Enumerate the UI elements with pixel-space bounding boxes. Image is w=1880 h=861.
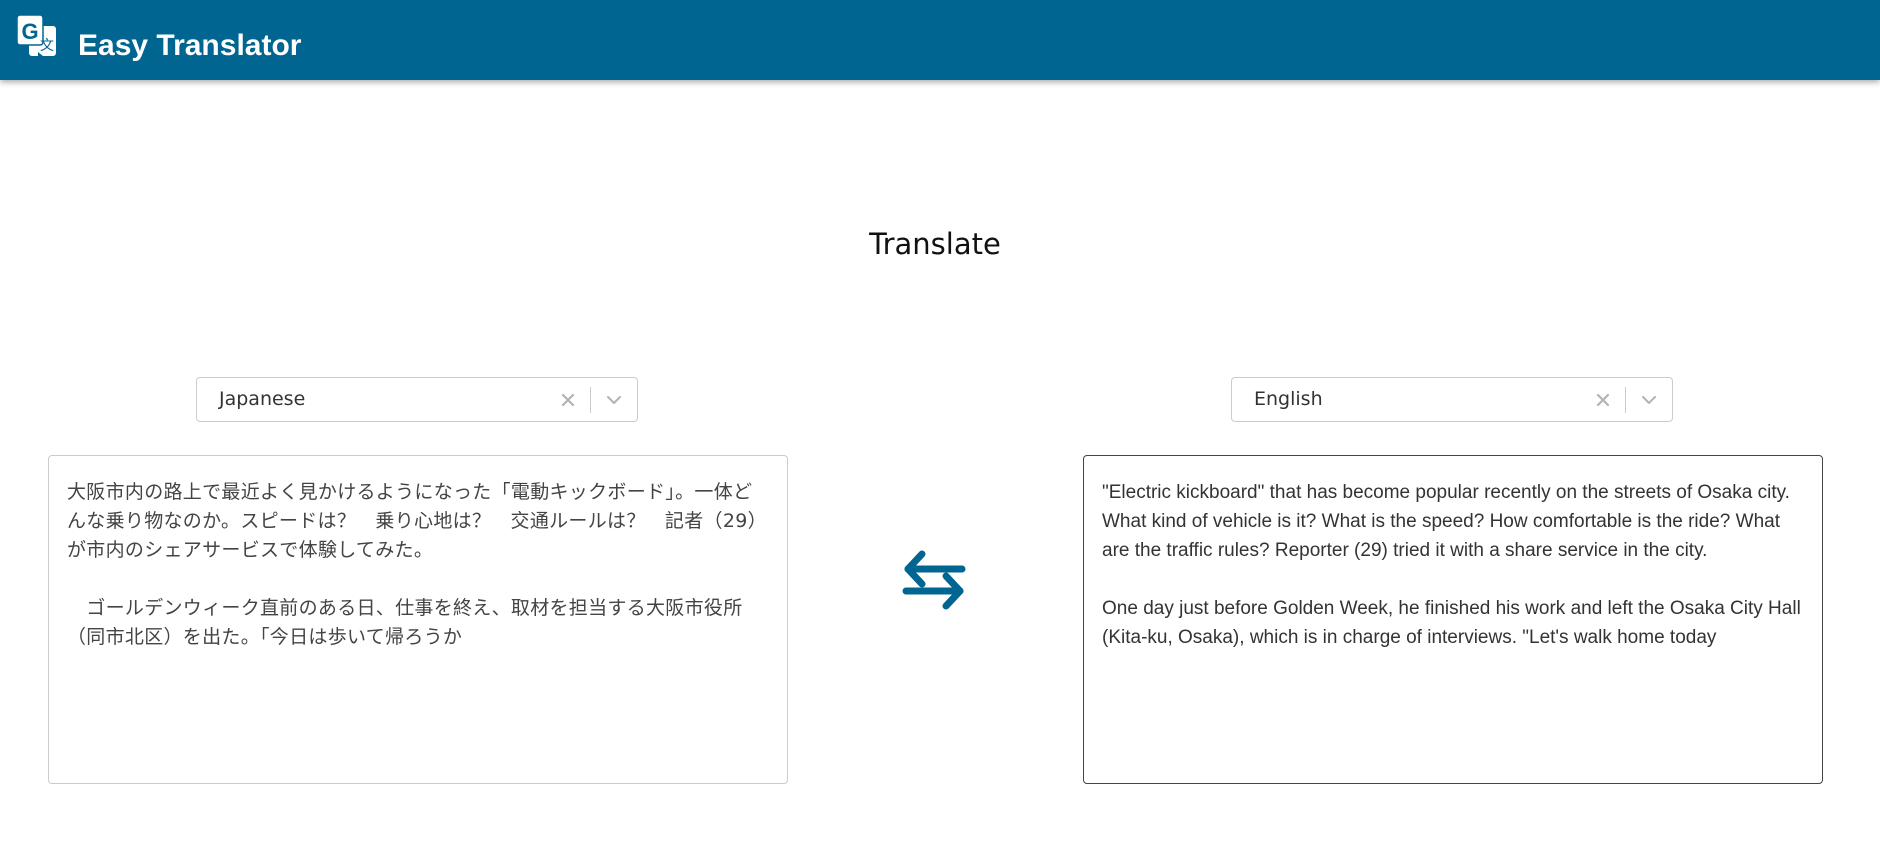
swap-arrows-icon[interactable] [898, 544, 970, 616]
page-title: Translate [869, 227, 1001, 261]
select-divider [590, 387, 591, 413]
chevron-down-icon[interactable] [1638, 389, 1660, 411]
translate-icon: G 文 [16, 14, 56, 56]
app-header: G 文 Easy Translator [0, 0, 1880, 80]
app-title: Easy Translator [78, 29, 302, 62]
translated-text-output: "Electric kickboard" that has become pop… [1083, 455, 1823, 784]
clear-icon[interactable] [557, 389, 579, 411]
source-language-select[interactable]: Japanese [196, 377, 638, 422]
select-divider [1625, 387, 1626, 413]
chevron-down-icon[interactable] [603, 389, 625, 411]
clear-icon[interactable] [1592, 389, 1614, 411]
svg-text:G: G [21, 19, 38, 44]
svg-text:文: 文 [40, 38, 54, 54]
target-language-value: English [1254, 388, 1323, 410]
target-language-select[interactable]: English [1231, 377, 1673, 422]
source-language-value: Japanese [219, 388, 306, 410]
source-text-input[interactable]: 大阪市内の路上で最近よく見かけるようになった「電動キックボード」。一体どんな乗り… [48, 455, 788, 784]
